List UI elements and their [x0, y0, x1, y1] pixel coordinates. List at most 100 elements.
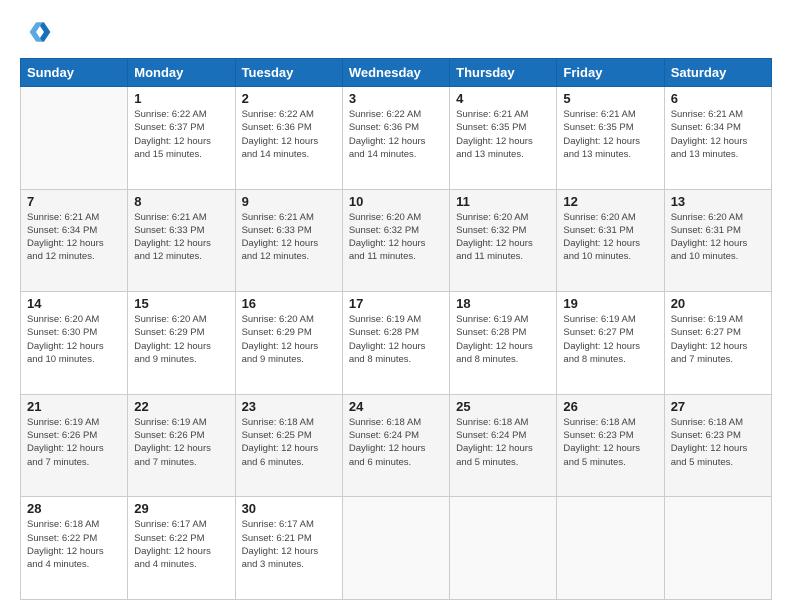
day-number: 26 — [563, 399, 657, 414]
day-number: 23 — [242, 399, 336, 414]
logo-icon — [20, 16, 52, 48]
calendar-cell: 22 Sunrise: 6:19 AM Sunset: 6:26 PM Dayli… — [128, 394, 235, 497]
day-info: Sunrise: 6:18 AM Sunset: 6:25 PM Dayligh… — [242, 416, 336, 469]
day-number: 29 — [134, 501, 228, 516]
calendar-week-1: 1 Sunrise: 6:22 AM Sunset: 6:37 PM Daylig… — [21, 87, 772, 190]
day-info: Sunrise: 6:19 AM Sunset: 6:28 PM Dayligh… — [349, 313, 443, 366]
day-info: Sunrise: 6:20 AM Sunset: 6:32 PM Dayligh… — [456, 211, 550, 264]
day-info: Sunrise: 6:20 AM Sunset: 6:31 PM Dayligh… — [563, 211, 657, 264]
day-info: Sunrise: 6:18 AM Sunset: 6:24 PM Dayligh… — [349, 416, 443, 469]
day-info: Sunrise: 6:22 AM Sunset: 6:36 PM Dayligh… — [349, 108, 443, 161]
calendar-cell — [450, 497, 557, 600]
calendar-week-3: 14 Sunrise: 6:20 AM Sunset: 6:30 PM Dayli… — [21, 292, 772, 395]
calendar-cell: 12 Sunrise: 6:20 AM Sunset: 6:31 PM Dayli… — [557, 189, 664, 292]
day-number: 25 — [456, 399, 550, 414]
day-info: Sunrise: 6:20 AM Sunset: 6:29 PM Dayligh… — [134, 313, 228, 366]
day-info: Sunrise: 6:19 AM Sunset: 6:27 PM Dayligh… — [563, 313, 657, 366]
weekday-header-thursday: Thursday — [450, 59, 557, 87]
day-number: 13 — [671, 194, 765, 209]
day-number: 21 — [27, 399, 121, 414]
day-number: 30 — [242, 501, 336, 516]
day-info: Sunrise: 6:19 AM Sunset: 6:26 PM Dayligh… — [27, 416, 121, 469]
day-info: Sunrise: 6:19 AM Sunset: 6:27 PM Dayligh… — [671, 313, 765, 366]
day-number: 11 — [456, 194, 550, 209]
calendar-cell: 28 Sunrise: 6:18 AM Sunset: 6:22 PM Dayli… — [21, 497, 128, 600]
day-number: 6 — [671, 91, 765, 106]
day-number: 14 — [27, 296, 121, 311]
calendar-cell: 25 Sunrise: 6:18 AM Sunset: 6:24 PM Dayli… — [450, 394, 557, 497]
day-info: Sunrise: 6:22 AM Sunset: 6:37 PM Dayligh… — [134, 108, 228, 161]
calendar-cell — [664, 497, 771, 600]
calendar-cell: 15 Sunrise: 6:20 AM Sunset: 6:29 PM Dayli… — [128, 292, 235, 395]
calendar-cell: 17 Sunrise: 6:19 AM Sunset: 6:28 PM Dayli… — [342, 292, 449, 395]
day-number: 28 — [27, 501, 121, 516]
calendar-cell: 6 Sunrise: 6:21 AM Sunset: 6:34 PM Daylig… — [664, 87, 771, 190]
weekday-header-monday: Monday — [128, 59, 235, 87]
day-number: 10 — [349, 194, 443, 209]
calendar-cell: 2 Sunrise: 6:22 AM Sunset: 6:36 PM Daylig… — [235, 87, 342, 190]
day-number: 15 — [134, 296, 228, 311]
day-number: 7 — [27, 194, 121, 209]
day-number: 24 — [349, 399, 443, 414]
weekday-header-friday: Friday — [557, 59, 664, 87]
calendar-cell: 19 Sunrise: 6:19 AM Sunset: 6:27 PM Dayli… — [557, 292, 664, 395]
calendar-cell: 26 Sunrise: 6:18 AM Sunset: 6:23 PM Dayli… — [557, 394, 664, 497]
calendar-cell — [342, 497, 449, 600]
calendar-header-row: SundayMondayTuesdayWednesdayThursdayFrid… — [21, 59, 772, 87]
calendar-week-4: 21 Sunrise: 6:19 AM Sunset: 6:26 PM Dayli… — [21, 394, 772, 497]
weekday-header-sunday: Sunday — [21, 59, 128, 87]
weekday-header-wednesday: Wednesday — [342, 59, 449, 87]
day-info: Sunrise: 6:17 AM Sunset: 6:22 PM Dayligh… — [134, 518, 228, 571]
day-info: Sunrise: 6:21 AM Sunset: 6:33 PM Dayligh… — [242, 211, 336, 264]
calendar-cell — [557, 497, 664, 600]
day-info: Sunrise: 6:20 AM Sunset: 6:32 PM Dayligh… — [349, 211, 443, 264]
day-number: 17 — [349, 296, 443, 311]
day-number: 12 — [563, 194, 657, 209]
day-info: Sunrise: 6:21 AM Sunset: 6:34 PM Dayligh… — [671, 108, 765, 161]
calendar-cell: 5Sunrise: 6:21 AM Sunset: 6:35 PM Daylig… — [557, 87, 664, 190]
day-number: 22 — [134, 399, 228, 414]
day-info: Sunrise: 6:20 AM Sunset: 6:30 PM Dayligh… — [27, 313, 121, 366]
calendar-cell: 11 Sunrise: 6:20 AM Sunset: 6:32 PM Dayli… — [450, 189, 557, 292]
day-number: 27 — [671, 399, 765, 414]
day-info: Sunrise: 6:21 AM Sunset: 6:34 PM Dayligh… — [27, 211, 121, 264]
calendar-week-2: 7 Sunrise: 6:21 AM Sunset: 6:34 PM Daylig… — [21, 189, 772, 292]
calendar-cell — [21, 87, 128, 190]
day-number: 16 — [242, 296, 336, 311]
day-number: 2 — [242, 91, 336, 106]
day-info: Sunrise: 6:19 AM Sunset: 6:28 PM Dayligh… — [456, 313, 550, 366]
day-number: 19 — [563, 296, 657, 311]
day-info: Sunrise: 6:21 AM Sunset: 6:35 PM Dayligh… — [456, 108, 550, 161]
day-info: Sunrise: 6:17 AM Sunset: 6:21 PM Dayligh… — [242, 518, 336, 571]
page: SundayMondayTuesdayWednesdayThursdayFrid… — [0, 0, 792, 612]
calendar-cell: 3 Sunrise: 6:22 AM Sunset: 6:36 PM Daylig… — [342, 87, 449, 190]
day-info: Sunrise: 6:18 AM Sunset: 6:22 PM Dayligh… — [27, 518, 121, 571]
calendar-cell: 8 Sunrise: 6:21 AM Sunset: 6:33 PM Daylig… — [128, 189, 235, 292]
calendar-cell: 13 Sunrise: 6:20 AM Sunset: 6:31 PM Dayli… — [664, 189, 771, 292]
day-number: 18 — [456, 296, 550, 311]
day-info: Sunrise: 6:18 AM Sunset: 6:23 PM Dayligh… — [563, 416, 657, 469]
calendar-cell: 14 Sunrise: 6:20 AM Sunset: 6:30 PM Dayli… — [21, 292, 128, 395]
day-info: Sunrise: 6:21 AM Sunset: 6:33 PM Dayligh… — [134, 211, 228, 264]
day-info: Sunrise: 6:22 AM Sunset: 6:36 PM Dayligh… — [242, 108, 336, 161]
day-number: 9 — [242, 194, 336, 209]
calendar-cell: 9 Sunrise: 6:21 AM Sunset: 6:33 PM Daylig… — [235, 189, 342, 292]
day-number: 5 — [563, 91, 657, 106]
day-info: Sunrise: 6:19 AM Sunset: 6:26 PM Dayligh… — [134, 416, 228, 469]
header — [20, 16, 772, 48]
calendar-cell: 4 Sunrise: 6:21 AM Sunset: 6:35 PM Daylig… — [450, 87, 557, 190]
day-number: 8 — [134, 194, 228, 209]
day-number: 4 — [456, 91, 550, 106]
day-info: Sunrise: 6:20 AM Sunset: 6:31 PM Dayligh… — [671, 211, 765, 264]
calendar-cell: 27 Sunrise: 6:18 AM Sunset: 6:23 PM Dayli… — [664, 394, 771, 497]
calendar-cell: 21 Sunrise: 6:19 AM Sunset: 6:26 PM Dayli… — [21, 394, 128, 497]
calendar-week-5: 28 Sunrise: 6:18 AM Sunset: 6:22 PM Dayli… — [21, 497, 772, 600]
logo — [20, 16, 56, 48]
day-info: Sunrise: 6:18 AM Sunset: 6:24 PM Dayligh… — [456, 416, 550, 469]
calendar-cell: 18 Sunrise: 6:19 AM Sunset: 6:28 PM Dayli… — [450, 292, 557, 395]
day-info: Sunrise: 6:18 AM Sunset: 6:23 PM Dayligh… — [671, 416, 765, 469]
day-number: 3 — [349, 91, 443, 106]
calendar-cell: 1 Sunrise: 6:22 AM Sunset: 6:37 PM Daylig… — [128, 87, 235, 190]
calendar-cell: 16Sunrise: 6:20 AM Sunset: 6:29 PM Dayli… — [235, 292, 342, 395]
day-number: 1 — [134, 91, 228, 106]
